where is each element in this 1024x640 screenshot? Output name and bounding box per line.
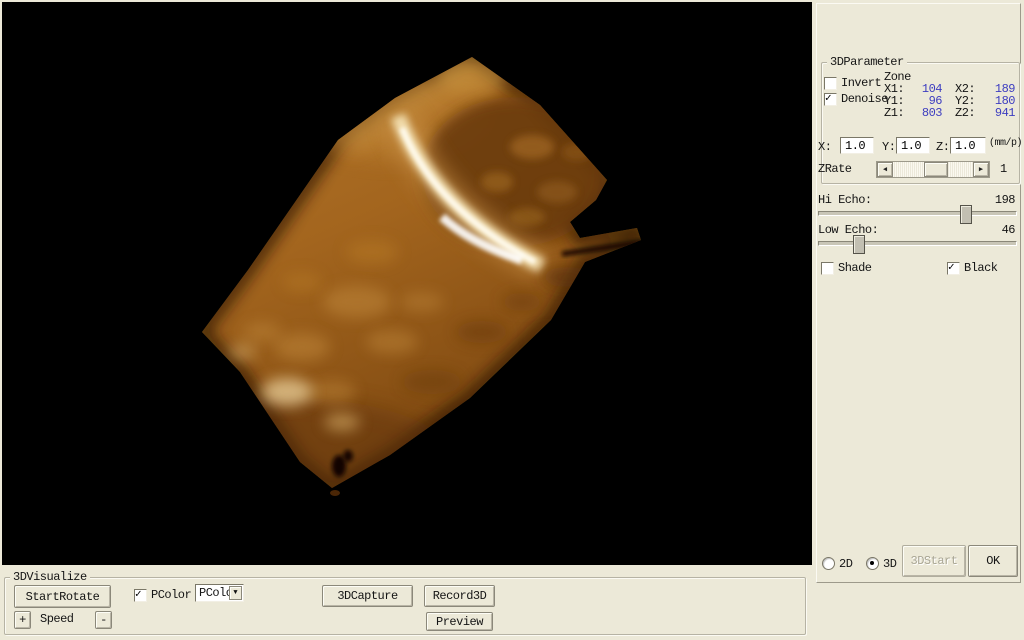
scroll-right-icon: ▶ bbox=[979, 165, 983, 174]
pcolor-checkbox[interactable]: ✓ bbox=[134, 589, 147, 602]
scroll-left-icon: ◀ bbox=[883, 165, 887, 174]
check-icon: ✓ bbox=[825, 91, 832, 105]
ok-button[interactable]: OK bbox=[968, 545, 1018, 577]
capture-3d-button[interactable]: 3DCapture bbox=[322, 585, 413, 607]
zrate-scrollbar[interactable]: ◀ ▶ bbox=[876, 161, 990, 178]
speed-minus-button[interactable]: - bbox=[95, 611, 112, 629]
scale-unit-label: (mm/p) bbox=[989, 138, 1022, 150]
z-scale-label: Z: bbox=[936, 141, 949, 153]
hi-echo-slider-thumb[interactable] bbox=[960, 205, 972, 224]
mode-2d-label: 2D bbox=[839, 558, 852, 570]
low-echo-slider-track[interactable] bbox=[818, 241, 1017, 246]
zone-z1-value: 803 bbox=[910, 107, 942, 119]
check-icon: ✓ bbox=[948, 260, 955, 274]
mode-3d-radio[interactable] bbox=[866, 557, 879, 570]
x-scale-label: X: bbox=[818, 141, 831, 153]
zrate-scroll-thumb[interactable] bbox=[924, 162, 948, 177]
zone-z2-value: 941 bbox=[983, 107, 1015, 119]
x-scale-input[interactable] bbox=[840, 137, 874, 154]
parameter-group-title: 3DParameter bbox=[827, 56, 907, 68]
z-scale-input[interactable] bbox=[950, 137, 986, 154]
start-rotate-button[interactable]: StartRotate bbox=[14, 585, 111, 608]
zrate-scroll-right-button[interactable]: ▶ bbox=[973, 162, 989, 177]
pcolor-dropdown[interactable]: PColor ▼ bbox=[195, 584, 244, 602]
hi-echo-value: 198 bbox=[975, 194, 1015, 206]
check-icon: ✓ bbox=[135, 587, 142, 601]
pcolor-dropdown-button[interactable]: ▼ bbox=[229, 586, 242, 600]
zrate-scroll-left-button[interactable]: ◀ bbox=[877, 162, 893, 177]
ultrasound-3d-app: { "icons": { "check": "✓", "dropdown_arr… bbox=[0, 0, 1024, 640]
y-scale-label: Y: bbox=[882, 141, 895, 153]
y-scale-input[interactable] bbox=[896, 137, 930, 154]
pcolor-checkbox-label: PColor bbox=[151, 589, 191, 601]
low-echo-label: Low Echo: bbox=[818, 224, 878, 236]
hi-echo-slider-track[interactable] bbox=[818, 211, 1017, 216]
render-viewport[interactable] bbox=[2, 2, 812, 565]
black-checkbox[interactable]: ✓ bbox=[947, 262, 960, 275]
visualize-group-title: 3DVisualize bbox=[10, 571, 90, 583]
invert-checkbox[interactable] bbox=[824, 77, 837, 90]
speed-plus-button[interactable]: + bbox=[14, 611, 31, 629]
mode-2d-radio[interactable] bbox=[822, 557, 835, 570]
invert-label: Invert bbox=[841, 77, 881, 89]
zone-z2-label: Z2: bbox=[955, 107, 975, 119]
low-echo-value: 46 bbox=[975, 224, 1015, 236]
start-3d-button[interactable]: 3DStart bbox=[902, 545, 966, 577]
hi-echo-label: Hi Echo: bbox=[818, 194, 872, 206]
zrate-value: 1 bbox=[1000, 163, 1007, 175]
shade-checkbox[interactable] bbox=[821, 262, 834, 275]
zone-z1-label: Z1: bbox=[884, 107, 904, 119]
denoise-checkbox[interactable]: ✓ bbox=[824, 93, 837, 106]
speed-label: Speed bbox=[40, 613, 74, 625]
black-label: Black bbox=[964, 262, 998, 274]
denoise-label: Denoise bbox=[841, 93, 888, 105]
record-3d-button[interactable]: Record3D bbox=[424, 585, 495, 607]
chevron-down-icon: ▼ bbox=[233, 589, 237, 597]
volume-render bbox=[2, 2, 812, 565]
preview-button[interactable]: Preview bbox=[426, 612, 493, 631]
radio-dot bbox=[870, 561, 874, 565]
shade-label: Shade bbox=[838, 262, 872, 274]
low-echo-slider-thumb[interactable] bbox=[853, 235, 865, 254]
zrate-label: ZRate bbox=[818, 163, 852, 175]
mode-3d-label: 3D bbox=[883, 558, 896, 570]
